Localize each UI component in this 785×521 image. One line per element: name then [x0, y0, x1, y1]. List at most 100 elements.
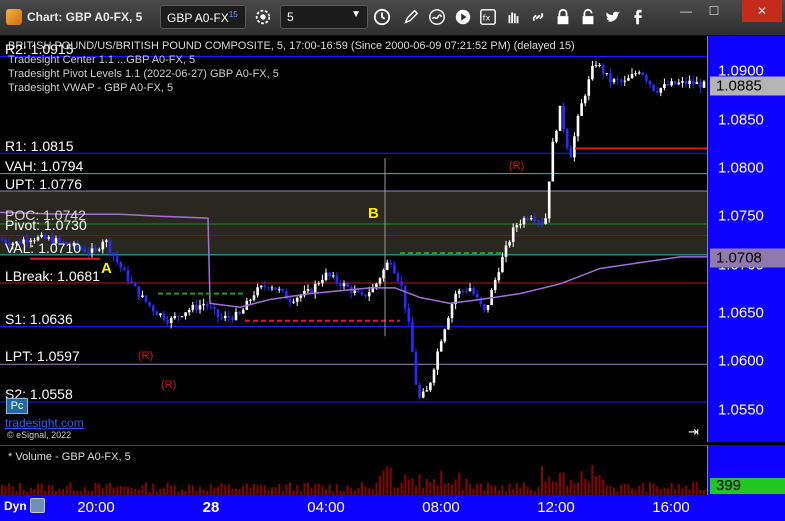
fx-icon[interactable]: fx: [478, 7, 498, 27]
candle-body: [663, 84, 666, 89]
candle-body: [461, 290, 465, 292]
candle-body: [256, 287, 259, 296]
candle-body: [360, 292, 364, 295]
candle-body: [695, 82, 699, 85]
minimize-button[interactable]: —: [672, 0, 700, 22]
app-icon: [6, 9, 22, 25]
candle-body: [677, 82, 681, 85]
candle-body: [234, 311, 238, 320]
volume-bar: [562, 472, 565, 496]
candle-body: [108, 240, 112, 253]
volume-bar: [429, 482, 432, 496]
link-icon[interactable]: [528, 7, 548, 27]
candle-body: [504, 245, 508, 257]
candle-body: [213, 307, 216, 310]
dyn-label[interactable]: Dyn: [4, 499, 27, 513]
candle-body: [241, 309, 245, 314]
dyn-toggle-icon[interactable]: [30, 498, 45, 513]
volume-pane[interactable]: * Volume - GBP A0-FX, 5: [0, 445, 707, 496]
candle-body: [403, 285, 407, 309]
swirl-icon[interactable]: [427, 7, 447, 27]
candle-body: [90, 248, 94, 253]
scroll-to-end-icon[interactable]: ⇥: [688, 424, 699, 440]
candle-body: [699, 82, 702, 88]
candle-body: [324, 272, 328, 280]
candle-body: [691, 80, 695, 85]
candle-body: [43, 234, 47, 239]
svg-text:fx: fx: [483, 13, 491, 23]
candle-body: [609, 73, 612, 83]
candle-body: [681, 81, 684, 83]
candle-body: [367, 292, 371, 297]
y-tick: 1.0550: [718, 401, 764, 419]
candle-body: [94, 248, 97, 251]
close-button[interactable]: ✕: [742, 0, 782, 22]
candle-body: [393, 264, 396, 274]
candle-body: [151, 305, 155, 312]
pc-button[interactable]: Pc: [6, 398, 28, 414]
level-label-vah: VAH: 1.0794: [5, 158, 84, 174]
candle-body: [231, 317, 234, 320]
candle-body: [274, 287, 277, 290]
legend-line-2: Tradesight Pivot Levels 1.1 (2022-06-27)…: [8, 68, 279, 80]
volume-bar: [307, 482, 309, 496]
candle-body: [547, 181, 551, 219]
volume-bar: [541, 465, 543, 496]
volume-bar: [569, 480, 572, 496]
candle-body: [202, 304, 205, 306]
candle-body: [357, 290, 360, 293]
candle-body: [573, 136, 576, 158]
lock-open-icon[interactable]: [578, 7, 598, 27]
candle-body: [468, 288, 472, 292]
candle-body: [627, 78, 630, 81]
candle-body: [497, 272, 501, 281]
candle-body: [295, 297, 299, 302]
settings-icon[interactable]: [253, 7, 273, 27]
twitter-icon[interactable]: [603, 7, 623, 27]
candle-body: [533, 218, 537, 222]
candle-body: [645, 75, 648, 81]
volume-bar: [418, 474, 421, 496]
symbol-input[interactable]: GBP A0-FX15: [160, 5, 246, 29]
interval-input[interactable]: 5 ▼: [280, 5, 368, 29]
volume-bar: [595, 476, 597, 496]
maximize-button[interactable]: ☐: [700, 0, 728, 22]
volume-bar: [587, 481, 590, 496]
volume-value-tag: 399: [710, 478, 785, 494]
candle-body: [346, 283, 349, 287]
time-axis[interactable]: Dyn 20:00 28 04:00 08:00 12:00 16:00: [0, 495, 785, 521]
candle-body: [652, 84, 655, 91]
candle-body: [580, 103, 583, 116]
clock-icon[interactable]: [372, 7, 392, 27]
candle-body: [335, 275, 339, 283]
candle-body: [414, 352, 418, 385]
hand-icon[interactable]: [503, 7, 523, 27]
candle-body: [616, 79, 619, 81]
candle-body: [169, 318, 173, 324]
candle-body: [198, 305, 202, 310]
candle-body: [493, 280, 497, 290]
lock-icon[interactable]: [553, 7, 573, 27]
facebook-icon[interactable]: [628, 7, 648, 27]
candle-body: [472, 288, 475, 294]
candle-body: [101, 241, 105, 250]
price-chart[interactable]: BRITISH POUND/US/BRITISH POUND COMPOSITE…: [0, 36, 707, 442]
candle-body: [177, 315, 180, 317]
x-tick: 20:00: [77, 499, 115, 516]
candle-body: [508, 241, 511, 246]
volume-bar: [584, 479, 587, 496]
title-bar: Chart: GBP A0-FX, 5 GBP A0-FX15 5 ▼ fx —: [0, 0, 785, 36]
candle-body: [342, 283, 346, 287]
volume-bar: [454, 479, 457, 496]
candle-body: [540, 221, 544, 225]
candle-body: [209, 306, 213, 308]
candle-body: [702, 81, 706, 88]
play-icon[interactable]: [453, 7, 473, 27]
candle-body: [537, 221, 540, 223]
candle-body: [511, 227, 515, 242]
volume-bar: [649, 482, 651, 496]
brand-link[interactable]: tradesight.com: [5, 416, 84, 430]
chevron-down-icon[interactable]: ▼: [351, 9, 361, 20]
pencil-icon[interactable]: [401, 7, 421, 27]
price-axis[interactable]: 1.0900 1.0850 1.0800 1.0750 1.0700 1.065…: [707, 36, 785, 442]
